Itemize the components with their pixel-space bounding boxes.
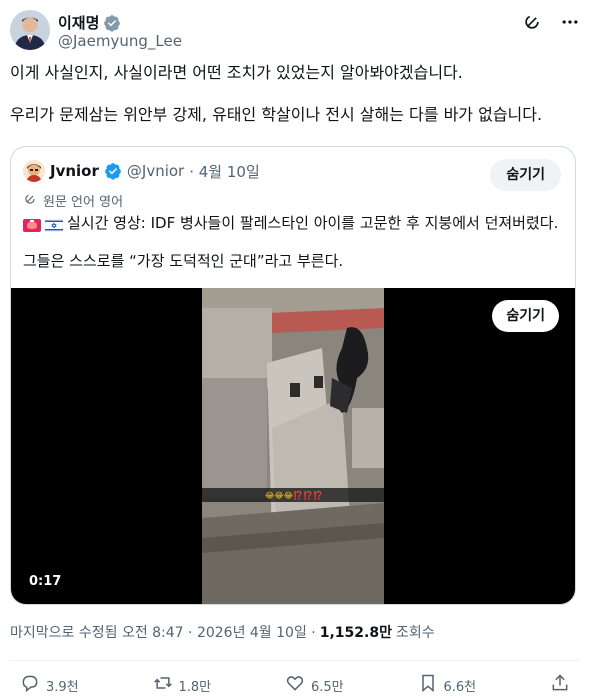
share-button[interactable] xyxy=(550,673,570,697)
view-count: 1,152.8만 xyxy=(319,625,392,641)
reply-count: 3.9천 xyxy=(46,679,79,695)
verified-badge-icon xyxy=(104,162,122,180)
divider xyxy=(10,660,580,661)
siren-icon xyxy=(23,217,41,232)
video-duration: 0:17 xyxy=(29,574,62,589)
tweet-meta: 마지막으로 수정됨 오전 8:47 · 2026년 4월 10일 · 1,152… xyxy=(10,622,435,642)
repost-button[interactable]: 1.8만 xyxy=(153,673,212,697)
reply-icon xyxy=(20,673,40,697)
quote-author-handle[interactable]: @Jvnior xyxy=(127,162,184,180)
repost-count: 1.8만 xyxy=(178,679,212,695)
video-hide-button[interactable]: 숨기기 xyxy=(492,300,559,332)
bookmark-button[interactable]: 6.6천 xyxy=(418,673,477,697)
verified-badge-icon xyxy=(103,14,121,32)
like-button[interactable]: 6.5만 xyxy=(285,673,344,697)
translate-icon xyxy=(23,192,37,210)
translation-notice[interactable]: 원문 언어 영어 xyxy=(23,191,123,210)
author-display-name[interactable]: 이재명 xyxy=(58,12,99,33)
share-icon xyxy=(550,673,570,697)
video-player[interactable]: 😂😂😂⁉️⁉️⁉️ 숨기기 0:17 xyxy=(11,288,575,604)
hide-button[interactable]: 숨기기 xyxy=(490,159,561,191)
tweet-paragraph: 이게 사실인지, 사실이라면 어떤 조치가 있었는지 알아봐야겠습니다. xyxy=(10,63,463,82)
translation-label: 원문 언어 영어 xyxy=(43,195,124,210)
like-count: 6.5만 xyxy=(311,679,344,695)
quote-author-name[interactable]: Jvnior xyxy=(50,162,99,180)
edited-timestamp[interactable]: 마지막으로 수정됨 오전 8:47 · 2026년 4월 10일 · xyxy=(10,622,316,642)
video-frame: 😂😂😂⁉️⁉️⁉️ xyxy=(202,288,384,604)
israel-flag-icon xyxy=(44,217,64,232)
quoted-tweet[interactable]: Jvnior @Jvnior · 4월 10일 숨기기 원문 언어 영어 실시간… xyxy=(10,146,576,605)
more-icon[interactable] xyxy=(560,12,580,32)
author-handle[interactable]: @Jaemyung_Lee xyxy=(58,32,182,50)
grok-icon[interactable] xyxy=(522,12,542,32)
author-avatar[interactable] xyxy=(10,10,50,50)
reply-button[interactable]: 3.9천 xyxy=(20,673,79,697)
heart-icon xyxy=(285,673,305,697)
quote-author-avatar[interactable] xyxy=(23,160,45,182)
tweet-paragraph: 우리가 문제삼는 위안부 강제, 유태인 학살이나 전시 살해는 다를 바가 없… xyxy=(10,105,543,124)
view-count-label: 조회수 xyxy=(395,625,435,641)
action-bar: 3.9천 1.8만 6.5만 6.6천 xyxy=(10,672,580,698)
tweet-header: 이재명 @Jaemyung_Lee xyxy=(10,8,580,52)
quote-text-line: 그들은 스스로를 “가장 도덕적인 군대”라고 부른다. xyxy=(23,252,344,270)
repost-icon xyxy=(153,673,173,697)
bookmark-count: 6.6천 xyxy=(443,679,477,695)
quote-text-line: 실시간 영상: IDF 병사들이 팔레스타인 아이를 고문한 후 지붕에서 던져… xyxy=(67,214,559,232)
bookmark-icon xyxy=(418,673,438,697)
tweet-text: 이게 사실인지, 사실이라면 어떤 조치가 있었는지 알아봐야겠습니다. 우리가… xyxy=(10,62,578,125)
video-caption: 😂😂😂⁉️⁉️⁉️ xyxy=(265,490,323,500)
quote-date[interactable]: · 4월 10일 xyxy=(189,161,260,182)
